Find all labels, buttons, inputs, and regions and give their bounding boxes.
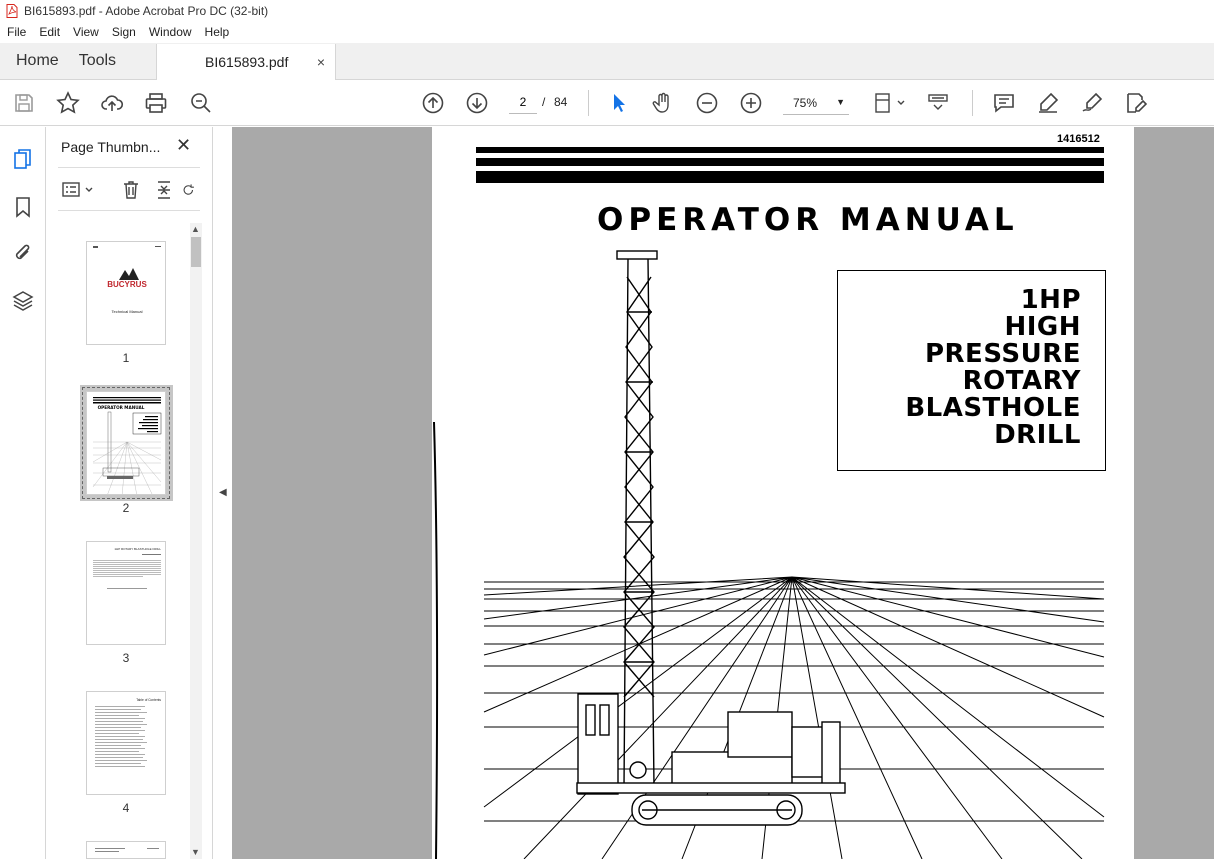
zoom-out-icon[interactable] [695, 91, 719, 115]
toolbar-divider [972, 90, 973, 116]
thumbnail-2-preview: OPERATOR MANUAL [92, 397, 162, 494]
tab-home[interactable]: Home [0, 43, 75, 79]
thumbnail-page-5[interactable] [86, 841, 166, 859]
panel-title: Page Thumbn... [61, 139, 161, 155]
thumbnail-page-1[interactable]: BUCYRUS Technical Manual [86, 241, 166, 345]
thumbnail-1-preview: BUCYRUS Technical Manual [93, 246, 161, 314]
thumb-caption: Technical Manual [112, 309, 143, 314]
menu-view[interactable]: View [66, 25, 105, 39]
thumbnail-4-preview: Table of Contents [95, 698, 161, 767]
comment-icon[interactable] [992, 91, 1016, 115]
menu-help[interactable]: Help [198, 25, 236, 39]
rotate-icon[interactable] [182, 179, 196, 201]
zoom-in-icon[interactable] [739, 91, 763, 115]
thumbnail-page-3[interactable]: 1HP ROTARY BLASTHOLE DRILL [86, 541, 166, 645]
menu-bar: File Edit View Sign Window Help [0, 22, 1214, 42]
draw-sign-icon[interactable] [1080, 91, 1104, 115]
zoom-level-value: 75% [793, 95, 818, 110]
thumbnail-page-number: 1 [122, 351, 130, 365]
panel-splitter[interactable]: ◀ [212, 127, 232, 859]
thumbnail-page-2[interactable]: OPERATOR MANUAL [82, 387, 170, 499]
thumbnail-5-preview [95, 848, 159, 852]
extract-page-icon[interactable] [153, 179, 175, 201]
delete-icon[interactable] [120, 179, 142, 201]
tab-tools[interactable]: Tools [75, 43, 132, 79]
pdf-file-icon [6, 4, 18, 18]
thumbnail-page-number: 4 [122, 801, 130, 815]
save-icon[interactable] [12, 91, 36, 115]
document-viewport[interactable]: 1416512 OPERATOR MANUAL 1HP HIGH PRESSUR… [232, 127, 1214, 859]
navigation-rail [0, 127, 46, 859]
menu-sign[interactable]: Sign [105, 25, 142, 39]
page-thumbnails-icon[interactable] [11, 147, 35, 171]
page-number-input[interactable] [509, 90, 537, 114]
tab-close-icon[interactable]: × [317, 54, 325, 70]
divider [58, 167, 200, 168]
thumbnail-options-icon[interactable] [60, 179, 96, 201]
star-icon[interactable] [56, 91, 80, 115]
next-page-icon[interactable] [465, 91, 489, 115]
thumbnail-page-number: 3 [122, 651, 130, 665]
upload-cloud-icon[interactable] [100, 91, 124, 115]
layers-icon[interactable] [11, 289, 35, 313]
total-pages: 84 [554, 95, 568, 109]
select-pointer-icon[interactable] [607, 91, 631, 115]
menu-file[interactable]: File [0, 25, 32, 39]
attachment-icon[interactable] [11, 241, 35, 265]
thumb-caption: Table of Contents [136, 698, 161, 702]
thumbnail-page-number: 2 [122, 501, 130, 515]
tab-document-label: BI615893.pdf [205, 54, 289, 70]
thumb-caption: 1HP ROTARY BLASTHOLE DRILL [114, 547, 161, 551]
divider [58, 210, 200, 211]
menu-edit[interactable]: Edit [32, 25, 66, 39]
pdf-page: 1416512 OPERATOR MANUAL 1HP HIGH PRESSUR… [432, 127, 1134, 859]
thumbnail-3-preview: 1HP ROTARY BLASTHOLE DRILL [93, 547, 161, 589]
fill-sign-icon[interactable] [1124, 91, 1148, 115]
tab-bar: Home Tools BI615893.pdf × [0, 43, 1214, 80]
thumb-brand: BUCYRUS [107, 280, 147, 289]
zoom-search-icon[interactable] [189, 91, 213, 115]
bookmark-icon[interactable] [11, 195, 35, 219]
previous-page-icon[interactable] [421, 91, 445, 115]
scrollbar-thumb[interactable] [191, 237, 201, 267]
print-icon[interactable] [144, 91, 168, 115]
thumbnail-scrollbar[interactable]: ▲ ▼ [190, 223, 202, 859]
thumb-caption: OPERATOR MANUAL [98, 405, 145, 410]
hand-tool-icon[interactable] [651, 91, 675, 115]
scrolling-mode-icon[interactable] [926, 91, 950, 115]
close-icon[interactable]: ✕ [176, 135, 191, 156]
tab-document[interactable]: BI615893.pdf × [156, 44, 337, 80]
page-thumbnails-panel: Page Thumbn... ✕ BUCYRUS Technical Manua… [46, 127, 212, 859]
menu-window[interactable]: Window [142, 25, 198, 39]
thumbnail-page-4[interactable]: Table of Contents [86, 691, 166, 795]
highlight-pen-icon[interactable] [1036, 91, 1060, 115]
toolbar-divider [588, 90, 589, 116]
fit-page-icon[interactable] [871, 91, 907, 115]
chevron-down-icon: ▼ [836, 97, 845, 107]
zoom-level-dropdown[interactable]: 75% ▼ [783, 91, 849, 115]
collapse-panel-icon[interactable]: ◀ [219, 487, 227, 498]
scroll-down-arrow-icon[interactable]: ▼ [191, 847, 200, 857]
page-separator: / [542, 95, 546, 109]
scroll-up-arrow-icon[interactable]: ▲ [191, 224, 200, 234]
title-bar: BI615893.pdf - Adobe Acrobat Pro DC (32-… [0, 0, 1214, 22]
window-title: BI615893.pdf - Adobe Acrobat Pro DC (32-… [24, 4, 269, 18]
drill-illustration [433, 250, 1105, 859]
